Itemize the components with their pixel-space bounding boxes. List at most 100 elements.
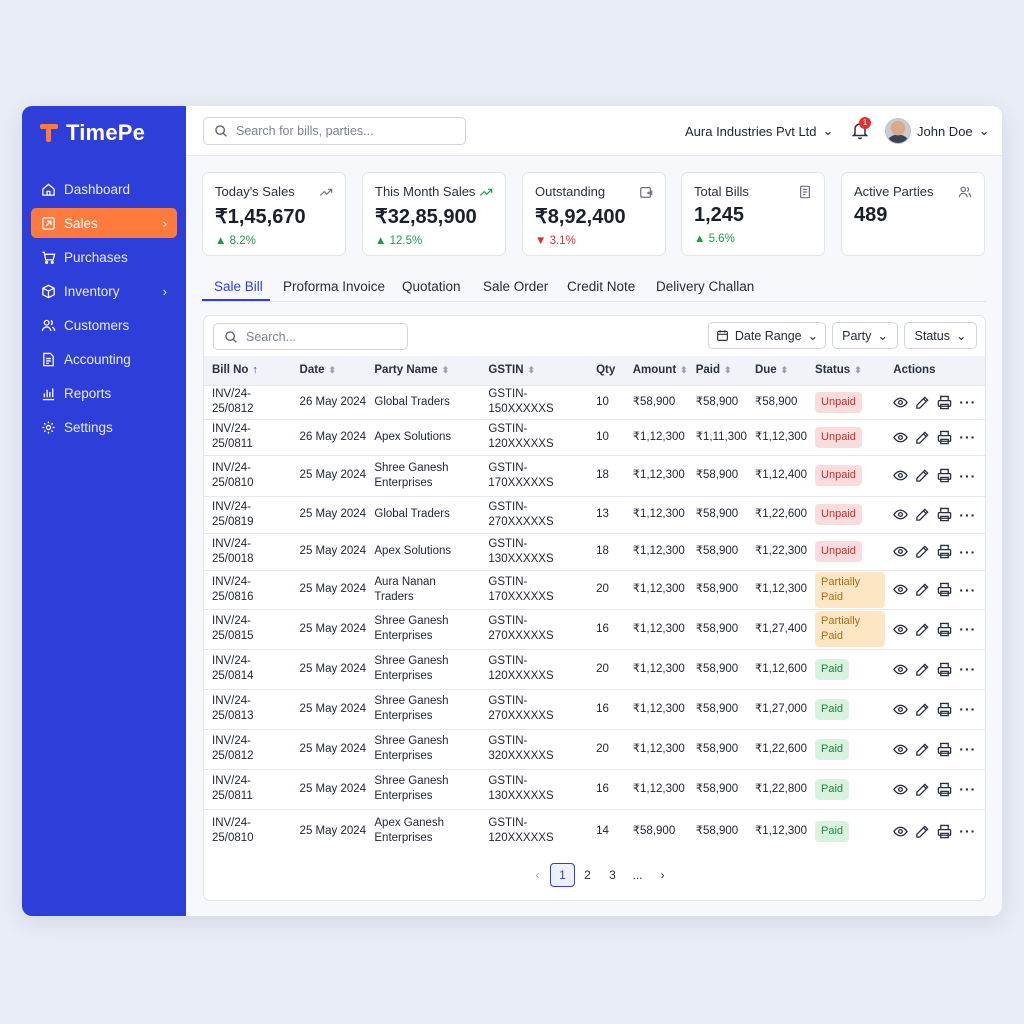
sidebar-item-customers[interactable]: Customers <box>31 310 177 340</box>
view-icon[interactable] <box>893 782 909 797</box>
view-icon[interactable] <box>893 742 909 757</box>
page-button-2[interactable]: 2 <box>575 863 600 887</box>
edit-icon[interactable] <box>915 662 930 677</box>
edit-icon[interactable] <box>915 395 930 410</box>
column-header-party-name[interactable]: Party Name ⬍ <box>366 356 480 385</box>
status-filter[interactable]: Status ⌄ <box>904 322 977 349</box>
more-options-icon[interactable]: ··· <box>959 824 976 838</box>
edit-icon[interactable] <box>915 702 930 717</box>
tab-sale-order[interactable]: Sale Order <box>483 279 548 294</box>
page-button-3[interactable]: 3 <box>600 863 625 887</box>
more-options-icon[interactable]: ··· <box>959 545 976 559</box>
edit-icon[interactable] <box>915 544 930 559</box>
sidebar-item-purchases[interactable]: Purchases <box>31 242 177 272</box>
page-button-1[interactable]: 1 <box>550 863 575 887</box>
edit-icon[interactable] <box>915 742 930 757</box>
column-header-gstin[interactable]: GSTIN ⬍ <box>480 356 588 385</box>
print-icon[interactable] <box>937 395 952 410</box>
table-row[interactable]: INV/24-25/0816 25 May 2024 Aura Nanan Trad… <box>204 570 985 609</box>
more-options-icon[interactable]: ··· <box>959 702 976 716</box>
view-icon[interactable] <box>893 395 909 410</box>
logo[interactable]: TimePe <box>40 120 145 146</box>
view-icon[interactable] <box>893 582 909 597</box>
print-icon[interactable] <box>937 622 952 637</box>
column-header-paid[interactable]: Paid ⬍ <box>688 356 747 385</box>
table-row[interactable]: INV/24-25/0819 25 May 2024 Global Traders G… <box>204 496 985 533</box>
amount-cell: ₹1,12,300 <box>632 662 685 675</box>
print-icon[interactable] <box>937 702 952 717</box>
print-icon[interactable] <box>937 507 952 522</box>
party-filter[interactable]: Party ⌄ <box>832 322 898 349</box>
edit-icon[interactable] <box>915 622 930 637</box>
edit-icon[interactable] <box>915 468 930 483</box>
sidebar-item-inventory[interactable]: Inventory › <box>31 276 177 306</box>
more-options-icon[interactable]: ··· <box>959 508 976 522</box>
column-header-date[interactable]: Date ⬍ <box>292 356 367 385</box>
column-header-bill-no[interactable]: Bill No ↑ <box>204 356 292 385</box>
table-row[interactable]: INV/24-25/0811 26 May 2024 Apex Solutions G… <box>204 419 985 455</box>
sidebar-item-reports[interactable]: Reports <box>31 378 177 408</box>
print-icon[interactable] <box>937 468 952 483</box>
column-header-status[interactable]: Status ⬍ <box>807 356 885 385</box>
paid-cell: ₹58,900 <box>695 662 739 675</box>
date-range-filter[interactable]: Date Range ⌄ <box>708 322 826 349</box>
print-icon[interactable] <box>937 430 952 445</box>
print-icon[interactable] <box>937 582 952 597</box>
company-switcher[interactable]: Aura Industries Pvt Ltd ⌄ <box>685 123 833 139</box>
table-row[interactable]: INV/24-25/0812 26 May 2024 Global Traders G… <box>204 385 985 419</box>
tab-sale-bill[interactable]: Sale Bill <box>214 279 263 294</box>
global-search-input[interactable]: Search for bills, parties... <box>203 117 466 145</box>
table-row[interactable]: INV/24-25/0810 25 May 2024 Shree Ganesh En… <box>204 455 985 496</box>
table-row[interactable]: INV/24-25/0814 25 May 2024 Shree Ganesh En… <box>204 649 985 689</box>
more-options-icon[interactable]: ··· <box>959 430 976 444</box>
view-icon[interactable] <box>893 544 909 559</box>
user-menu[interactable]: John Doe ⌄ <box>917 123 990 139</box>
view-icon[interactable] <box>893 468 909 483</box>
print-icon[interactable] <box>937 662 952 677</box>
column-header-due[interactable]: Due ⬍ <box>747 356 807 385</box>
edit-icon[interactable] <box>915 782 930 797</box>
more-options-icon[interactable]: ··· <box>959 662 976 676</box>
sidebar-item-dashboard[interactable]: Dashboard <box>31 174 177 204</box>
bill-search-input[interactable]: Search... <box>213 323 408 350</box>
table-row[interactable]: INV/24-25/0811 25 May 2024 Shree Ganesh En… <box>204 769 985 809</box>
tab-quotation[interactable]: Quotation <box>402 279 461 294</box>
more-options-icon[interactable]: ··· <box>959 469 976 483</box>
more-options-icon[interactable]: ··· <box>959 622 976 636</box>
table-row[interactable]: INV/24-25/0810 25 May 2024 Apex Ganesh Ent… <box>204 809 985 853</box>
avatar[interactable] <box>885 118 911 144</box>
table-row[interactable]: INV/24-25/0813 25 May 2024 Shree Ganesh En… <box>204 689 985 729</box>
sidebar-item-sales[interactable]: Sales › <box>31 208 177 238</box>
edit-icon[interactable] <box>915 430 930 445</box>
print-icon[interactable] <box>937 544 952 559</box>
sidebar-item-accounting[interactable]: Accounting <box>31 344 177 374</box>
print-icon[interactable] <box>937 742 952 757</box>
view-icon[interactable] <box>893 430 909 445</box>
tab-delivery-challan[interactable]: Delivery Challan <box>656 279 754 294</box>
view-icon[interactable] <box>893 824 909 839</box>
view-icon[interactable] <box>893 622 909 637</box>
sidebar-item-settings[interactable]: Settings <box>31 412 177 442</box>
more-options-icon[interactable]: ··· <box>959 782 976 796</box>
table-row[interactable]: INV/24-25/0812 25 May 2024 Shree Ganesh En… <box>204 729 985 769</box>
more-options-icon[interactable]: ··· <box>959 395 976 409</box>
edit-icon[interactable] <box>915 824 930 839</box>
view-icon[interactable] <box>893 702 909 717</box>
view-icon[interactable] <box>893 662 909 677</box>
tab-credit-note[interactable]: Credit Note <box>567 279 635 294</box>
edit-icon[interactable] <box>915 507 930 522</box>
column-header-amount[interactable]: Amount ⬍ <box>625 356 688 385</box>
print-icon[interactable] <box>937 782 952 797</box>
edit-icon[interactable] <box>915 582 930 597</box>
next-page-button[interactable]: › <box>650 863 675 887</box>
more-options-icon[interactable]: ··· <box>959 583 976 597</box>
gstin-cell: GSTIN-150XXXXXS <box>488 388 554 415</box>
table-row[interactable]: INV/24-25/0815 25 May 2024 Shree Ganesh En… <box>204 609 985 649</box>
tab-proforma-invoice[interactable]: Proforma Invoice <box>283 279 385 294</box>
view-icon[interactable] <box>893 507 909 522</box>
status-badge: Paid <box>815 738 850 760</box>
print-icon[interactable] <box>937 824 952 839</box>
prev-page-button[interactable]: ‹ <box>525 863 550 887</box>
more-options-icon[interactable]: ··· <box>959 742 976 756</box>
table-row[interactable]: INV/24-25/0018 25 May 2024 Apex Solutions G… <box>204 533 985 570</box>
